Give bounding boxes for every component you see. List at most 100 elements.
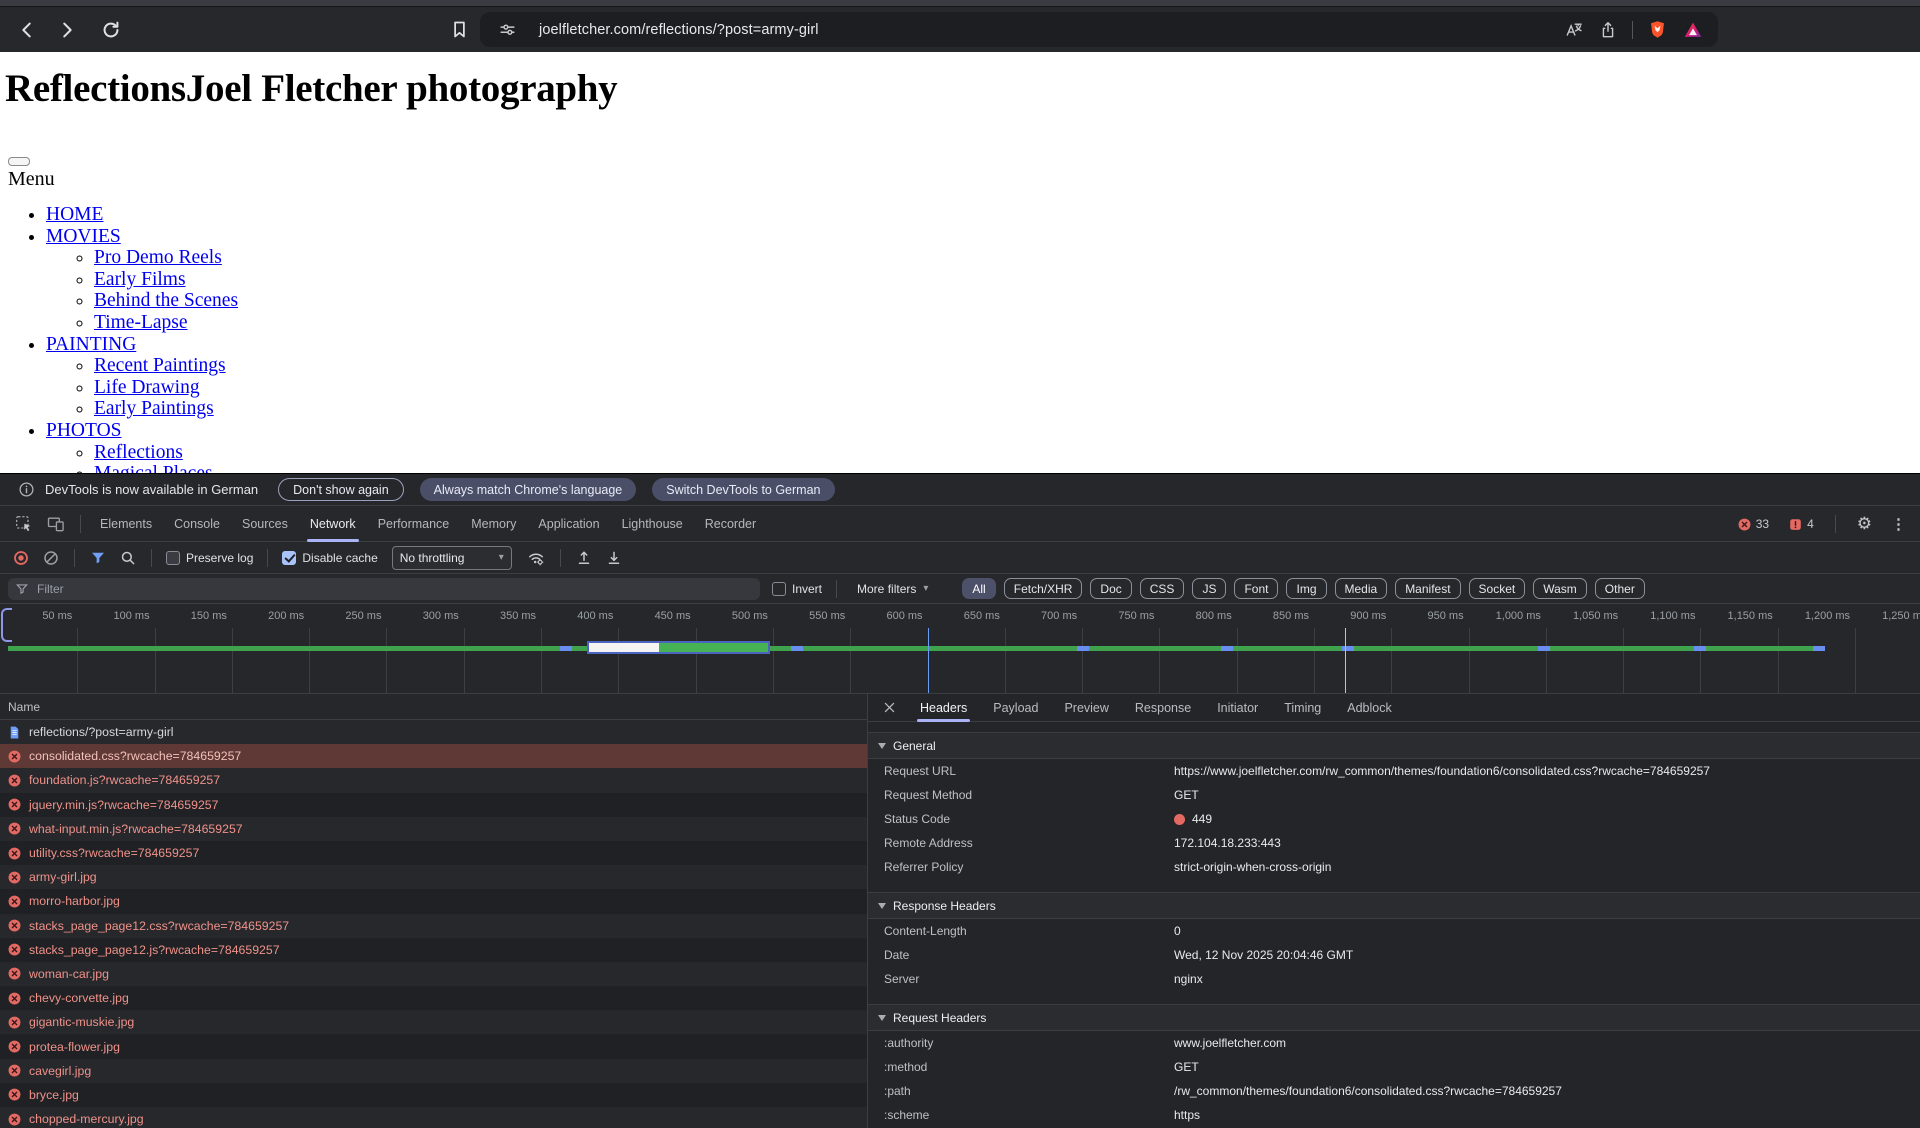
disable-cache-toggle[interactable]: Disable cache (282, 551, 377, 565)
nav-link[interactable]: Life Drawing (94, 377, 200, 398)
section-header[interactable]: Request Headers (868, 1004, 1920, 1031)
address-bar[interactable]: joelfletcher.com/reflections/?post=army-… (480, 12, 1718, 47)
type-filter-pill[interactable]: Socket (1469, 578, 1526, 599)
request-table-header[interactable]: Name (0, 694, 867, 720)
panel-tab[interactable]: Sources (231, 506, 299, 542)
nav-link[interactable]: Behind the Scenes (94, 290, 238, 311)
request-row[interactable]: foundation.js?rwcache=784659257 (0, 768, 867, 792)
request-row[interactable]: cavegirl.jpg (0, 1059, 867, 1083)
details-tab[interactable]: Preview (1051, 694, 1121, 722)
section-header[interactable]: Response Headers (868, 892, 1920, 919)
panel-tab[interactable]: Memory (460, 506, 527, 542)
search-network-button[interactable] (117, 547, 139, 569)
nav-link[interactable]: Magical Places (94, 463, 213, 473)
request-row[interactable]: stacks_page_page12.css?rwcache=784659257 (0, 914, 867, 938)
timeline-left-handle[interactable] (1, 608, 12, 642)
forward-button[interactable] (52, 15, 82, 45)
type-filter-pill[interactable]: Media (1335, 578, 1388, 599)
request-row[interactable]: gigantic-muskie.jpg (0, 1010, 867, 1034)
panel-tab[interactable]: Console (163, 506, 231, 542)
reload-button[interactable] (96, 15, 126, 45)
device-toolbar-button[interactable] (44, 512, 68, 536)
panel-tab[interactable]: Elements (89, 506, 163, 542)
inspect-element-button[interactable] (12, 512, 36, 536)
timeline-selected-request-span[interactable] (587, 641, 769, 654)
type-filter-pill[interactable]: Doc (1090, 578, 1131, 599)
nav-link[interactable]: Reflections (94, 442, 183, 463)
import-har-button[interactable] (573, 547, 595, 569)
details-tab[interactable]: Payload (980, 694, 1051, 722)
translate-button[interactable] (1564, 20, 1584, 40)
request-row[interactable]: jquery.min.js?rwcache=784659257 (0, 793, 867, 817)
back-button[interactable] (12, 15, 42, 45)
panel-tab[interactable]: Application (527, 506, 610, 542)
request-row[interactable]: stacks_page_page12.js?rwcache=784659257 (0, 938, 867, 962)
type-filter-pill[interactable]: Manifest (1395, 578, 1460, 599)
name-column-header[interactable]: Name (8, 700, 40, 714)
invert-checkbox[interactable] (772, 582, 786, 596)
close-details-button[interactable] (882, 700, 897, 715)
issues-badge[interactable]: 4 (1782, 516, 1820, 533)
panel-tab[interactable]: Lighthouse (611, 506, 694, 542)
disable-cache-checkbox[interactable] (282, 551, 296, 565)
section-header[interactable]: General (868, 732, 1920, 759)
network-conditions-button[interactable] (524, 546, 548, 570)
type-filter-pill[interactable]: Fetch/XHR (1004, 578, 1083, 599)
request-row[interactable]: utility.css?rwcache=784659257 (0, 841, 867, 865)
request-row[interactable]: consolidated.css?rwcache=784659257 (0, 744, 867, 768)
more-options-button[interactable]: ⋮ (1885, 514, 1912, 534)
type-filter-pill[interactable]: Img (1286, 578, 1326, 599)
console-errors-badge[interactable]: 33 (1731, 516, 1775, 533)
network-overview[interactable]: 50 ms100 ms150 ms200 ms250 ms300 ms350 m… (0, 604, 1920, 694)
panel-tab[interactable]: Performance (367, 506, 461, 542)
panel-tab[interactable]: Recorder (694, 506, 767, 542)
match-language-button[interactable]: Always match Chrome's language (420, 478, 637, 501)
url-text[interactable]: joelfletcher.com/reflections/?post=army-… (539, 22, 1564, 38)
preserve-log-toggle[interactable]: Preserve log (166, 551, 253, 565)
details-tab[interactable]: Adblock (1334, 694, 1404, 722)
nav-link[interactable]: PHOTOS (46, 420, 122, 441)
type-filter-pill[interactable]: CSS (1140, 578, 1185, 599)
nav-link[interactable]: Recent Paintings (94, 355, 226, 376)
switch-to-german-button[interactable]: Switch DevTools to German (652, 478, 834, 501)
request-row[interactable]: chopped-mercury.jpg (0, 1107, 867, 1128)
type-filter-pill[interactable]: Font (1234, 578, 1278, 599)
bookmark-button[interactable] (444, 14, 474, 44)
type-filter-pill[interactable]: Wasm (1533, 578, 1587, 599)
dont-show-again-button[interactable]: Don't show again (278, 478, 404, 501)
settings-button[interactable]: ⚙ (1851, 513, 1878, 535)
more-filters-button[interactable]: More filters ▾ (851, 581, 934, 597)
brave-rewards-button[interactable] (1682, 19, 1704, 41)
nav-link[interactable]: MOVIES (46, 226, 121, 247)
details-tab[interactable]: Initiator (1204, 694, 1271, 722)
type-filter-pill[interactable]: Other (1595, 578, 1645, 599)
details-tab[interactable]: Response (1122, 694, 1204, 722)
type-filter-pill[interactable]: All (962, 578, 995, 599)
invert-filter-toggle[interactable]: Invert (772, 582, 822, 596)
export-har-button[interactable] (603, 547, 625, 569)
request-row[interactable]: woman-car.jpg (0, 962, 867, 986)
throttling-select[interactable]: No throttling ▾ (392, 546, 512, 570)
type-filter-pill[interactable]: JS (1192, 578, 1226, 599)
hamburger-menu-button[interactable] (8, 157, 30, 166)
preserve-log-checkbox[interactable] (166, 551, 180, 565)
details-tab[interactable]: Headers (907, 694, 980, 722)
clear-network-log-button[interactable] (40, 547, 62, 569)
request-row[interactable]: what-input.min.js?rwcache=784659257 (0, 817, 867, 841)
nav-link[interactable]: Early Paintings (94, 398, 214, 419)
site-settings-icon[interactable] (498, 20, 517, 39)
request-row[interactable]: protea-flower.jpg (0, 1034, 867, 1058)
panel-tab[interactable]: Network (299, 506, 367, 542)
request-row[interactable]: chevy-corvette.jpg (0, 986, 867, 1010)
request-row[interactable]: bryce.jpg (0, 1083, 867, 1107)
nav-link[interactable]: Pro Demo Reels (94, 247, 222, 268)
record-network-log-button[interactable] (10, 547, 32, 569)
nav-link[interactable]: Time-Lapse (94, 312, 188, 333)
request-row[interactable]: army-girl.jpg (0, 865, 867, 889)
details-tab[interactable]: Timing (1271, 694, 1334, 722)
filter-input[interactable] (35, 581, 639, 597)
nav-link[interactable]: PAINTING (46, 334, 136, 355)
request-row[interactable]: reflections/?post=army-girl (0, 720, 867, 744)
nav-link[interactable]: Early Films (94, 269, 186, 290)
brave-shield-button[interactable] (1647, 19, 1668, 40)
